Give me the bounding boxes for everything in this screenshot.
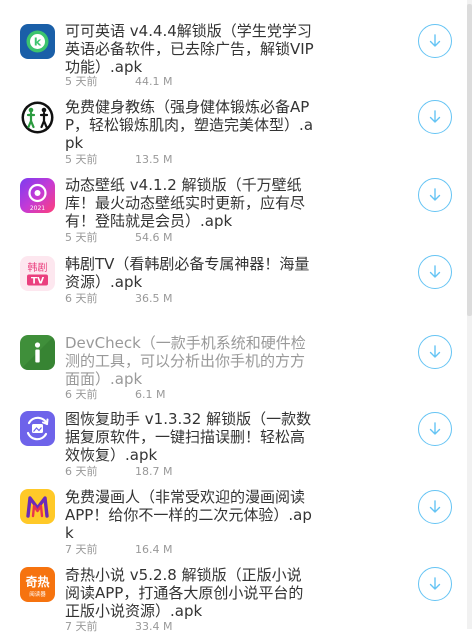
download-button[interactable] — [418, 335, 452, 369]
download-arrow-icon — [429, 188, 441, 201]
download-button[interactable] — [418, 412, 452, 446]
app-meta: 7 天前 33.4 M — [65, 620, 172, 633]
app-date: 6 天前 — [65, 388, 98, 401]
app-size: 13.5 M — [135, 153, 173, 166]
app-meta: 6 天前 6.1 M — [65, 388, 165, 401]
app-size: 36.5 M — [135, 292, 173, 305]
scrollbar-thumb[interactable] — [467, 4, 472, 316]
keke-english-icon: k — [20, 24, 55, 59]
app-title[interactable]: 图恢复助手 v1.3.32 解锁版（一款数据复原软件，一键扫描误删！轻松高效恢复… — [65, 410, 315, 464]
app-date: 6 天前 — [65, 465, 98, 478]
app-title[interactable]: 韩剧TV（看韩剧必备专属神器！海量资源）.apk — [65, 255, 315, 291]
devcheck-icon — [20, 335, 55, 370]
download-button[interactable] — [418, 255, 452, 289]
app-meta: 5 天前 54.6 M — [65, 231, 172, 244]
app-date: 5 天前 — [65, 75, 98, 88]
icon-text-bottom: TV — [31, 277, 44, 287]
app-title[interactable]: DevCheck（一款手机系统和硬件检测的工具，可以分析出你手机的方方面面）.a… — [65, 334, 315, 388]
photo-recovery-icon — [20, 411, 55, 446]
app-size: 18.7 M — [135, 465, 173, 478]
download-arrow-icon — [429, 500, 441, 513]
app-title[interactable]: 奇热小说 v5.2.8 解锁版（正版小说阅读APP，打通各大原创小说平台的正版小… — [65, 566, 315, 620]
app-size: 44.1 M — [135, 75, 173, 88]
fitness-icon — [20, 100, 55, 135]
app-title[interactable]: 动态壁纸 v4.1.2 解锁版（千万壁纸库！最火动态壁纸实时更新，应有尽有！登陆… — [65, 176, 315, 230]
download-arrow-icon — [429, 422, 441, 435]
app-title[interactable]: 可可英语 v4.4.4解锁版（学生党学习英语必备软件，已去除广告，解锁VIP功能… — [65, 22, 315, 76]
app-title[interactable]: 免费健身教练（强身健体锻炼必备APP，轻松锻炼肌肉，塑造完美体型）.apk — [65, 98, 315, 152]
app-title[interactable]: 免费漫画人（非常受欢迎的漫画阅读APP！给你不一样的二次元体验）.apk — [65, 488, 315, 542]
download-button[interactable] — [418, 24, 452, 58]
app-date: 7 天前 — [65, 543, 98, 556]
icon-badge: 2021 — [30, 205, 45, 212]
manhua-icon — [20, 489, 55, 524]
svg-text:k: k — [34, 36, 42, 49]
download-button[interactable] — [418, 567, 452, 601]
icon-text-top: 韩剧 — [28, 261, 48, 274]
app-date: 6 天前 — [65, 292, 98, 305]
download-arrow-icon — [429, 577, 441, 590]
app-size: 33.4 M — [135, 620, 173, 633]
hanju-tv-icon: 韩剧 TV — [20, 256, 55, 291]
app-size: 6.1 M — [135, 388, 166, 401]
app-meta: 6 天前 36.5 M — [65, 292, 172, 305]
app-size: 54.6 M — [135, 231, 173, 244]
wallpaper-icon: 2021 — [20, 178, 55, 213]
scrollbar[interactable] — [467, 0, 472, 629]
app-meta: 6 天前 18.7 M — [65, 465, 172, 478]
app-date: 5 天前 — [65, 231, 98, 244]
app-meta: 5 天前 13.5 M — [65, 153, 172, 166]
download-button[interactable] — [418, 178, 452, 212]
download-arrow-icon — [429, 345, 441, 358]
app-date: 7 天前 — [65, 620, 98, 633]
icon-text-top: 奇热 — [25, 574, 49, 589]
app-date: 5 天前 — [65, 153, 98, 166]
app-meta: 5 天前 44.1 M — [65, 75, 172, 88]
download-arrow-icon — [429, 265, 441, 278]
app-meta: 7 天前 16.4 M — [65, 543, 172, 556]
qire-novel-icon: 奇热 阅读器 — [20, 567, 55, 602]
app-size: 16.4 M — [135, 543, 173, 556]
download-button[interactable] — [418, 490, 452, 524]
download-arrow-icon — [429, 110, 441, 123]
download-arrow-icon — [429, 34, 441, 47]
download-button[interactable] — [418, 100, 452, 134]
icon-text-bottom: 阅读器 — [29, 590, 46, 598]
